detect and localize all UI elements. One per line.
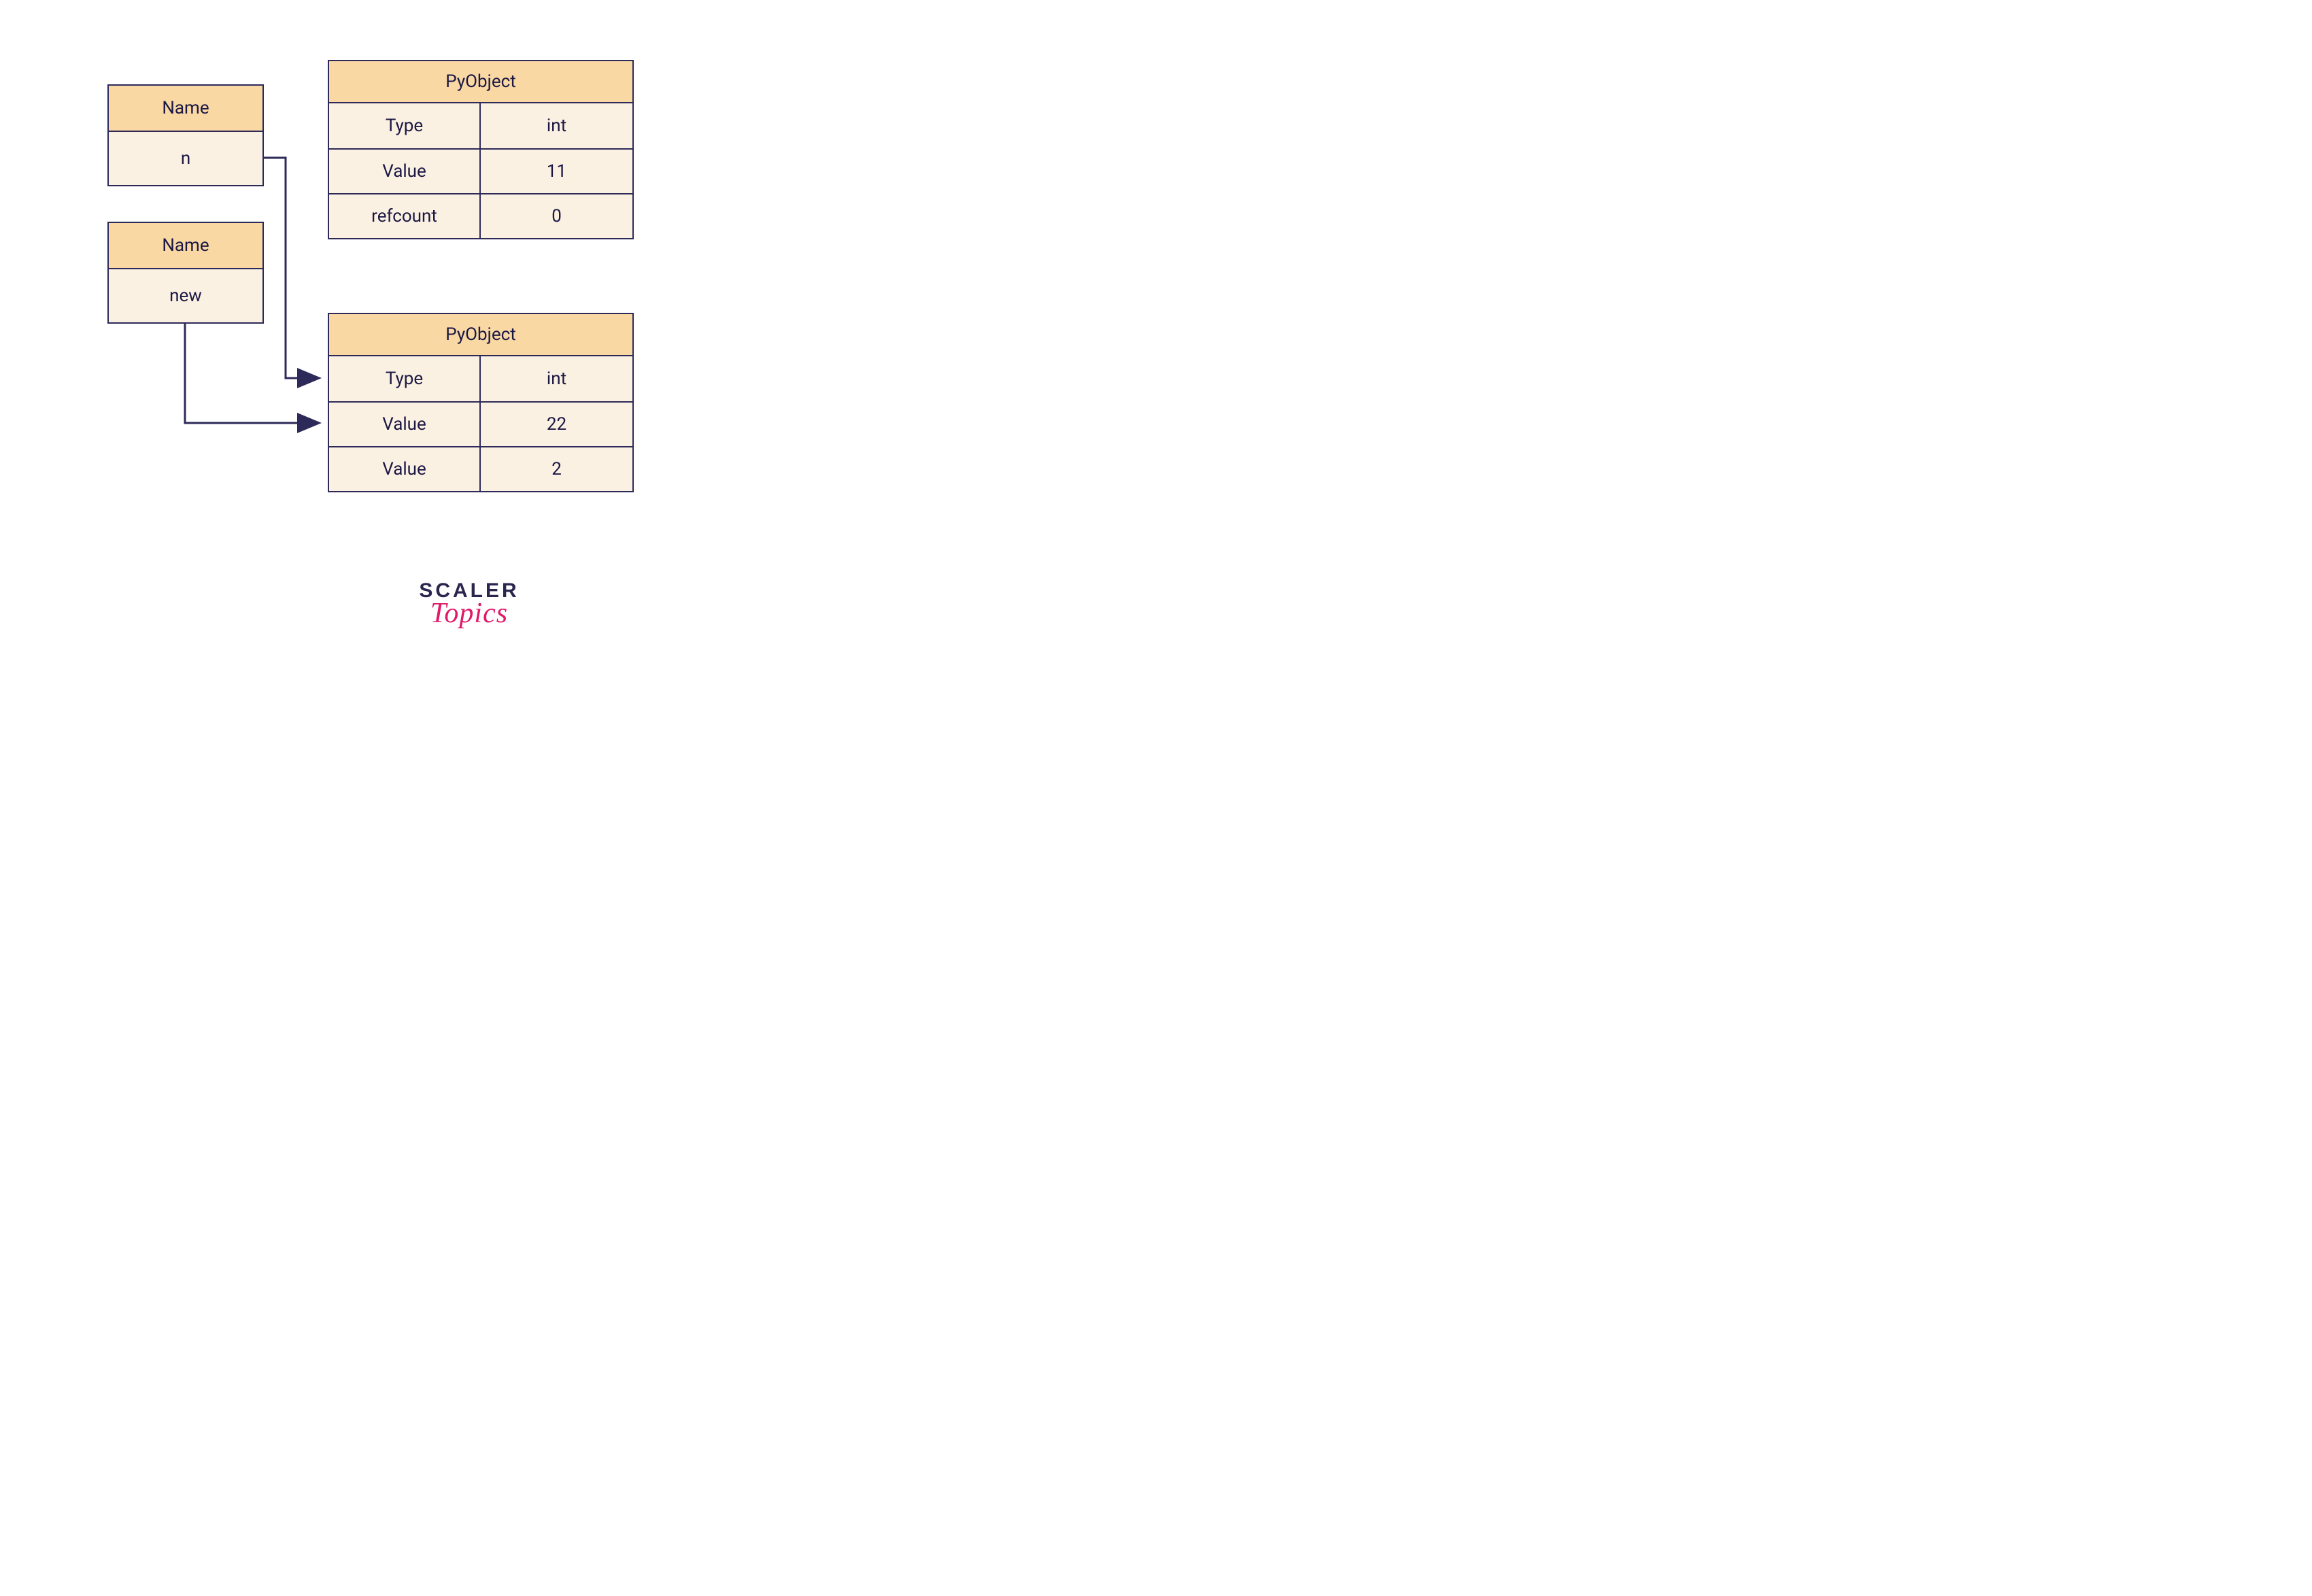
pyobject-key: Value (329, 403, 481, 446)
arrow-new-to-obj2 (185, 324, 320, 423)
name-box-n: Name n (107, 84, 264, 186)
pyobject-header: PyObject (329, 61, 632, 103)
pyobject-val: int (481, 356, 632, 401)
name-box-header: Name (109, 86, 262, 132)
pyobject-val: int (481, 103, 632, 148)
pyobject-val: 22 (481, 403, 632, 446)
pyobject-key: Type (329, 356, 481, 401)
diagram-canvas: Name n Name new PyObject Type int Value … (0, 0, 985, 680)
pyobject-box-2: PyObject Type int Value 22 Value 2 (328, 313, 634, 492)
scaler-topics-logo: SCALER Topics (381, 579, 558, 630)
name-box-new: Name new (107, 222, 264, 324)
pyobject-box-1: PyObject Type int Value 11 refcount 0 (328, 60, 634, 239)
pyobject-key: refcount (329, 194, 481, 238)
name-box-value: n (109, 132, 262, 185)
logo-text-topics: Topics (381, 597, 558, 630)
pyobject-val: 0 (481, 194, 632, 238)
pyobject-key: Type (329, 103, 481, 148)
name-box-value: new (109, 269, 262, 322)
pyobject-val: 2 (481, 447, 632, 491)
name-box-header: Name (109, 223, 262, 269)
pyobject-header: PyObject (329, 314, 632, 356)
pyobject-val: 11 (481, 150, 632, 193)
pyobject-key: Value (329, 447, 481, 491)
pyobject-key: Value (329, 150, 481, 193)
arrow-n-to-obj2 (264, 158, 320, 378)
